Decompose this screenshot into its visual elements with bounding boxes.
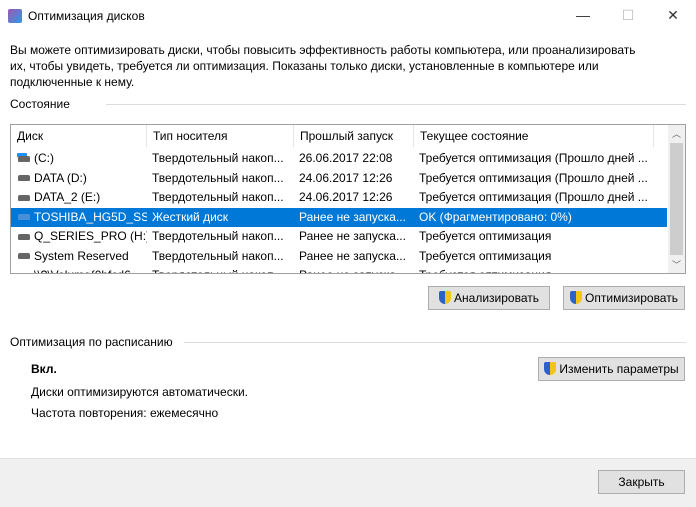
drive-icon bbox=[18, 175, 30, 182]
schedule-frequency: Частота повторения: ежемесячно bbox=[31, 406, 219, 420]
media-type: Твердотельный накоп... bbox=[152, 170, 284, 185]
defrag-app-icon bbox=[8, 9, 22, 23]
column-header-last-run[interactable]: Прошлый запуск bbox=[294, 125, 414, 147]
minimize-button[interactable]: — bbox=[560, 4, 606, 26]
analyze-label: Анализировать bbox=[454, 291, 539, 305]
close-window-button[interactable]: ✕ bbox=[650, 4, 696, 26]
divider bbox=[106, 104, 686, 105]
analyze-button[interactable]: Анализировать bbox=[428, 286, 550, 310]
current-state: Требуется оптимизация (Прошло дней ... bbox=[419, 170, 648, 185]
shield-icon bbox=[439, 291, 452, 304]
scroll-up-icon[interactable]: ︿ bbox=[672, 127, 681, 140]
schedule-section-label: Оптимизация по расписанию bbox=[10, 335, 173, 349]
divider bbox=[184, 342, 686, 343]
current-state: OK (Фрагментировано: 0%) bbox=[419, 209, 572, 224]
last-run: 24.06.2017 12:26 bbox=[299, 190, 393, 204]
current-state: Требуется оптимизация bbox=[419, 266, 664, 273]
description-line: подключенные к нему. bbox=[10, 75, 135, 89]
disk-row[interactable]: DATA_2 (E:) Твердотельный накоп... 24.06… bbox=[11, 188, 667, 207]
last-run: Ранее не запуска... bbox=[299, 229, 406, 243]
schedule-auto-text: Диски оптимизируются автоматически. bbox=[31, 385, 249, 399]
media-type: Твердотельный накоп... bbox=[152, 190, 284, 204]
footer: Закрыть bbox=[0, 458, 696, 507]
last-run: 24.06.2017 12:26 bbox=[299, 170, 393, 185]
disk-name: System Reserved bbox=[34, 248, 129, 263]
disk-row[interactable]: DATA (D:) Твердотельный накоп... 24.06.2… bbox=[11, 169, 667, 188]
last-run: Ранее не запуска... bbox=[299, 266, 414, 273]
description-line: Вы можете оптимизировать диски, чтобы по… bbox=[10, 43, 636, 57]
change-settings-button[interactable]: Изменить параметры bbox=[538, 357, 685, 381]
description-line: их, чтобы увидеть, требуется ли оптимиза… bbox=[10, 59, 599, 73]
media-type: Твердотельный накоп... bbox=[152, 266, 294, 273]
close-button[interactable]: Закрыть bbox=[598, 470, 685, 494]
drive-icon bbox=[18, 233, 30, 240]
window-title: Оптимизация дисков bbox=[28, 9, 145, 23]
description: Вы можете оптимизировать диски, чтобы по… bbox=[10, 42, 635, 90]
drive-icon bbox=[18, 194, 30, 201]
disk-name: DATA_2 (E:) bbox=[34, 190, 101, 204]
column-header-state[interactable]: Текущее состояние bbox=[414, 125, 654, 147]
current-state: Требуется оптимизация bbox=[419, 248, 552, 263]
title-bar: Оптимизация дисков — ☐ ✕ bbox=[0, 0, 696, 32]
system-drive-icon bbox=[18, 155, 30, 162]
disk-name: Q_SERIES_PRO (H:) bbox=[34, 229, 147, 243]
disk-row[interactable]: Q_SERIES_PRO (H:) Твердотельный накоп...… bbox=[11, 227, 667, 246]
media-type: Жесткий диск bbox=[152, 209, 229, 224]
drive-icon bbox=[18, 253, 30, 260]
shield-icon bbox=[544, 362, 557, 375]
disk-row[interactable]: System Reserved Твердотельный накоп... Р… bbox=[11, 247, 667, 266]
scrollbar-thumb[interactable] bbox=[670, 143, 683, 255]
last-run: Ранее не запуска... bbox=[299, 248, 406, 263]
optimize-label: Оптимизировать bbox=[585, 291, 678, 305]
shield-icon bbox=[570, 291, 583, 304]
scroll-down-icon[interactable]: ﹀ bbox=[672, 258, 681, 271]
disk-name: (C:) bbox=[34, 151, 54, 165]
status-section-label: Состояние bbox=[10, 97, 70, 111]
media-type: Твердотельный накоп... bbox=[152, 229, 284, 243]
disk-name: TOSHIBA_HG5D_SS... bbox=[34, 209, 147, 224]
current-state: Требуется оптимизация (Прошло дней ... bbox=[419, 151, 648, 165]
last-run: 26.06.2017 22:08 bbox=[299, 151, 393, 165]
disk-row[interactable]: \\?\Volume{0bfcd6... Твердотельный накоп… bbox=[11, 266, 667, 273]
column-header-disk[interactable]: Диск bbox=[11, 125, 147, 147]
last-run: Ранее не запуска... bbox=[299, 209, 406, 224]
column-header-type[interactable]: Тип носителя bbox=[147, 125, 294, 147]
list-header: Диск Тип носителя Прошлый запуск Текущее… bbox=[11, 125, 667, 147]
current-state: Требуется оптимизация bbox=[419, 229, 552, 243]
disk-name: \\?\Volume{0bfcd6... bbox=[34, 268, 141, 273]
current-state: Требуется оптимизация (Прошло дней ... bbox=[419, 190, 648, 204]
disk-row[interactable]: TOSHIBA_HG5D_SS... Жесткий диск Ранее не… bbox=[11, 207, 667, 227]
optimize-button[interactable]: Оптимизировать bbox=[563, 286, 685, 310]
change-settings-label: Изменить параметры bbox=[559, 362, 679, 376]
disk-list[interactable]: Диск Тип носителя Прошлый запуск Текущее… bbox=[10, 124, 686, 274]
disk-name: DATA (D:) bbox=[34, 170, 87, 185]
disk-row[interactable]: (C:) Твердотельный накоп... 26.06.2017 2… bbox=[11, 149, 667, 168]
maximize-button[interactable]: ☐ bbox=[605, 4, 651, 26]
media-type: Твердотельный накоп... bbox=[152, 248, 284, 263]
schedule-state: Вкл. bbox=[31, 362, 57, 376]
drive-icon bbox=[18, 214, 30, 221]
drive-icon bbox=[18, 272, 30, 273]
vertical-scrollbar[interactable]: ︿ ﹀ bbox=[668, 125, 685, 273]
media-type: Твердотельный накоп... bbox=[152, 151, 284, 165]
